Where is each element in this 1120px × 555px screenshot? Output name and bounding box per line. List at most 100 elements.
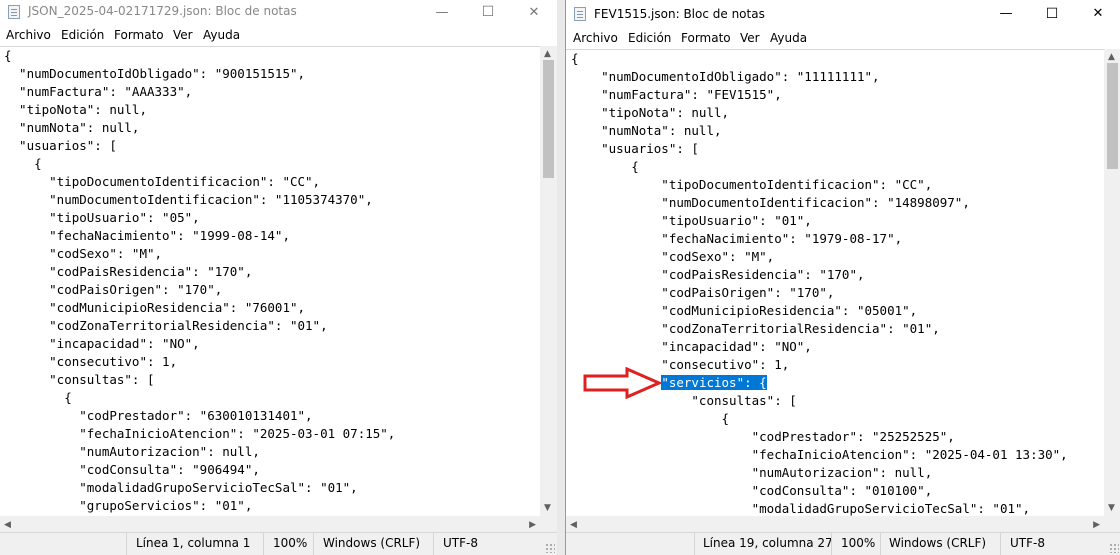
code-line: "codConsulta": "906494", xyxy=(4,462,260,477)
annotation-arrow-icon xyxy=(583,367,663,399)
line-ending: Windows (CRLF) xyxy=(889,536,987,550)
code-line: "tipoDocumentoIdentificacion": "CC", xyxy=(571,177,933,192)
status-divider xyxy=(433,533,434,555)
code-line: "codPaisResidencia": "170", xyxy=(571,267,865,282)
menu-ver[interactable]: Ver xyxy=(740,31,760,45)
menu-archivo[interactable]: Archivo xyxy=(6,28,51,42)
close-button[interactable]: ✕ xyxy=(511,0,557,25)
text-editor[interactable]: { "numDocumentoIdObligado": "11111111", … xyxy=(566,49,1104,516)
code-line: "usuarios": [ xyxy=(571,141,699,156)
scroll-right-icon[interactable]: ▶ xyxy=(529,520,536,530)
code-line: "consecutivo": 1, xyxy=(4,354,178,369)
scroll-left-icon[interactable]: ◀ xyxy=(4,520,11,530)
desktop-gap xyxy=(557,0,565,555)
resize-grip-icon[interactable] xyxy=(545,543,555,553)
notepad-icon xyxy=(8,5,20,19)
code-line: "codPaisOrigen": "170", xyxy=(571,285,835,300)
code-line: { xyxy=(571,411,730,426)
code-line: "codZonaTerritorialResidencia": "01", xyxy=(4,318,328,333)
code-line: "fechaInicioAtencion": "2025-04-01 13:30… xyxy=(571,447,1068,462)
code-line: "tipoNota": null, xyxy=(571,105,730,120)
menu-bar: Archivo Edición Formato Ver Ayuda xyxy=(0,25,557,46)
close-button[interactable]: ✕ xyxy=(1075,0,1120,28)
menu-archivo[interactable]: Archivo xyxy=(573,31,618,45)
scroll-down-icon[interactable]: ▼ xyxy=(1108,503,1115,513)
title-bar[interactable]: JSON_2025-04-02171729.json: Bloc de nota… xyxy=(0,0,557,25)
status-divider xyxy=(263,533,264,555)
encoding: UTF-8 xyxy=(1010,536,1045,550)
code-line: "numDocumentoIdentificacion": "110537437… xyxy=(4,192,373,207)
status-bar: Línea 1, columna 1 100% Windows (CRLF) U… xyxy=(0,532,557,555)
code-line: "numAutorizacion": null, xyxy=(571,465,933,480)
menu-edicion[interactable]: Edición xyxy=(61,28,104,42)
status-divider xyxy=(880,533,881,555)
status-divider xyxy=(694,533,695,555)
menu-ver[interactable]: Ver xyxy=(173,28,193,42)
window-title: FEV1515.json: Bloc de notas xyxy=(594,7,765,21)
scroll-thumb[interactable] xyxy=(1107,63,1118,169)
code-line: "codZonaTerritorialResidencia": "01", xyxy=(571,321,940,336)
horizontal-scrollbar[interactable]: ◀ ▶ xyxy=(0,516,540,533)
code-line: "modalidadGrupoServicioTecSal": "01", xyxy=(4,480,358,495)
scroll-up-icon[interactable]: ▲ xyxy=(544,49,551,59)
title-bar[interactable]: FEV1515.json: Bloc de notas — ☐ ✕ xyxy=(566,0,1120,28)
encoding: UTF-8 xyxy=(443,536,478,550)
code-line: { xyxy=(571,159,639,174)
code-line: "codPrestador": "630010131401", xyxy=(4,408,313,423)
line-ending: Windows (CRLF) xyxy=(323,536,421,550)
minimize-button[interactable]: — xyxy=(983,0,1029,28)
cursor-position: Línea 1, columna 1 xyxy=(136,536,251,550)
code-line: "fechaNacimiento": "1999-08-14", xyxy=(4,228,290,243)
scroll-up-icon[interactable]: ▲ xyxy=(1108,52,1115,62)
status-divider xyxy=(1000,533,1001,555)
code-line: "numFactura": "FEV1515", xyxy=(571,87,782,102)
code-line: "codPaisResidencia": "170", xyxy=(4,264,253,279)
scroll-down-icon[interactable]: ▼ xyxy=(544,503,551,513)
code-line: "numNota": null, xyxy=(4,120,140,135)
status-divider xyxy=(831,533,832,555)
code-line: { xyxy=(4,48,12,63)
code-line: "codMunicipioResidencia": "76001", xyxy=(4,300,306,315)
menu-ayuda[interactable]: Ayuda xyxy=(203,28,240,42)
code-line: "usuarios": [ xyxy=(4,138,117,153)
menu-formato[interactable]: Formato xyxy=(681,31,731,45)
code-line: "codPrestador": "25252525", xyxy=(571,429,955,444)
code-line: "numDocumentoIdentificacion": "14898097"… xyxy=(571,195,970,210)
code-line: "codMunicipioResidencia": "05001", xyxy=(571,303,918,318)
minimize-button[interactable]: — xyxy=(419,0,465,25)
code-line: "codSexo": "M", xyxy=(571,249,775,264)
code-line: "numFactura": "AAA333", xyxy=(4,84,193,99)
text-editor[interactable]: { "numDocumentoIdObligado": "900151515",… xyxy=(0,46,540,516)
code-line: "tipoUsuario": "01", xyxy=(571,213,812,228)
code-line: { xyxy=(4,390,72,405)
maximize-button[interactable]: ☐ xyxy=(465,0,511,25)
menu-formato[interactable]: Formato xyxy=(114,28,164,42)
vertical-scrollbar[interactable]: ▲ ▼ xyxy=(540,46,557,516)
menu-edicion[interactable]: Edición xyxy=(628,31,671,45)
window-title: JSON_2025-04-02171729.json: Bloc de nota… xyxy=(28,4,297,18)
code-line: "numNota": null, xyxy=(571,123,722,138)
notepad-window-right: FEV1515.json: Bloc de notas — ☐ ✕ Archiv… xyxy=(565,0,1120,555)
resize-grip-icon[interactable] xyxy=(1109,543,1119,553)
selected-text[interactable]: "servicios": { xyxy=(661,375,767,390)
code-line: "grupoServicios": "01", xyxy=(4,498,253,513)
menu-bar: Archivo Edición Formato Ver Ayuda xyxy=(566,28,1120,49)
scroll-thumb[interactable] xyxy=(543,60,554,178)
notepad-icon xyxy=(574,7,586,21)
maximize-button[interactable]: ☐ xyxy=(1029,0,1075,28)
scroll-left-icon[interactable]: ◀ xyxy=(570,520,577,530)
scrollbar-corner xyxy=(1104,516,1120,533)
menu-ayuda[interactable]: Ayuda xyxy=(770,31,807,45)
notepad-window-left: JSON_2025-04-02171729.json: Bloc de nota… xyxy=(0,0,557,555)
code-line: "numDocumentoIdObligado": "900151515", xyxy=(4,66,306,81)
code-line: "numDocumentoIdObligado": "11111111", xyxy=(571,69,880,84)
code-line: "tipoUsuario": "05", xyxy=(4,210,200,225)
code-line: { xyxy=(571,51,579,66)
scroll-right-icon[interactable]: ▶ xyxy=(1093,520,1100,530)
code-line: { xyxy=(4,156,42,171)
code-line: "codPaisOrigen": "170", xyxy=(4,282,223,297)
code-line: "tipoDocumentoIdentificacion": "CC", xyxy=(4,174,321,189)
code-line: "incapacidad": "NO", xyxy=(4,336,200,351)
vertical-scrollbar[interactable]: ▲ ▼ xyxy=(1104,49,1120,516)
horizontal-scrollbar[interactable]: ◀ ▶ xyxy=(566,516,1104,533)
